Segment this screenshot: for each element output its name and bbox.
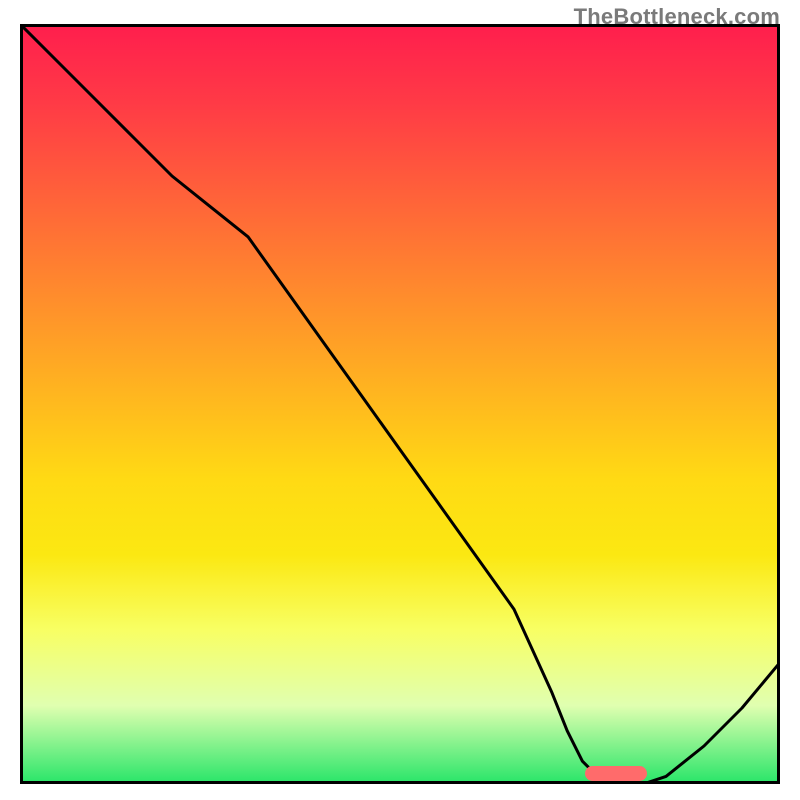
curve-path [20,24,780,784]
line-curve [20,24,780,784]
chart-container: TheBottleneck.com [0,0,800,800]
plot-area [20,24,780,784]
optimal-marker [585,766,647,781]
